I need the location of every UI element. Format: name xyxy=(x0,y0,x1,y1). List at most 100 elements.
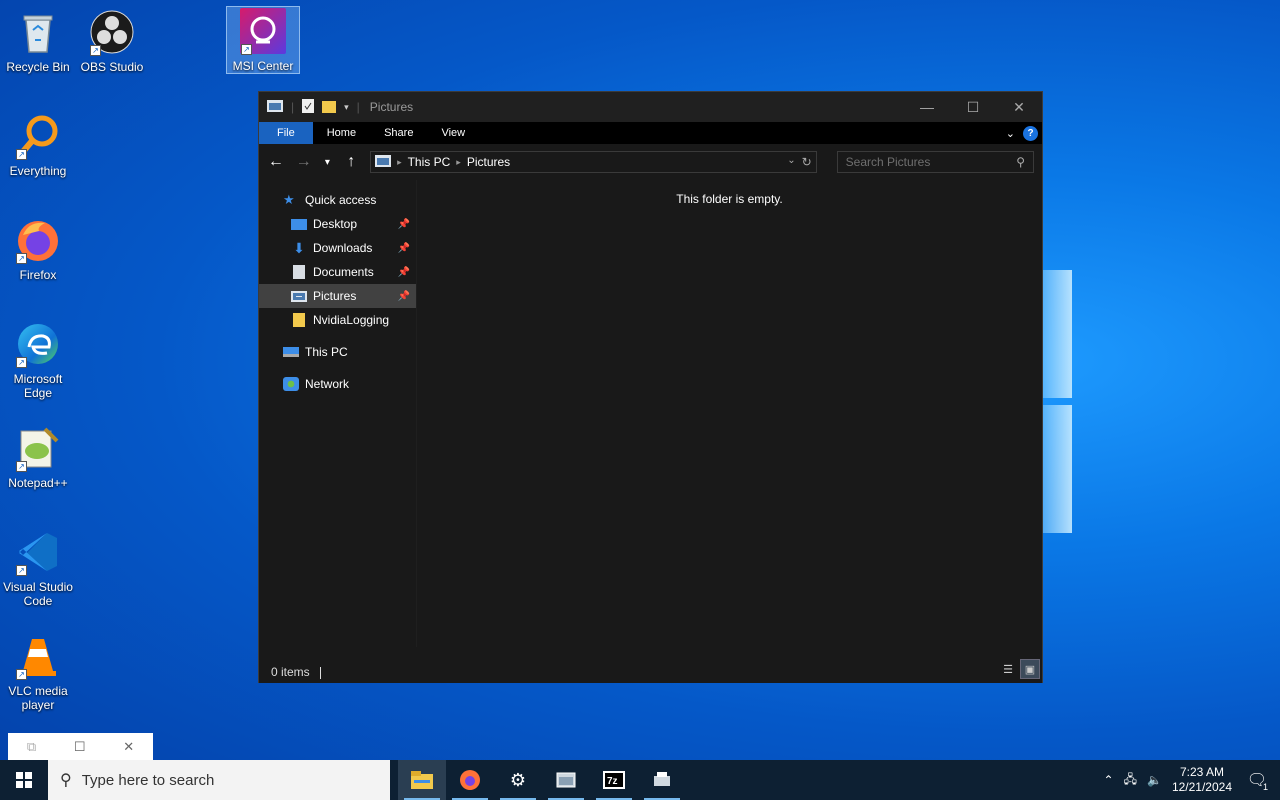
breadcrumb-pictures[interactable]: Pictures xyxy=(467,155,510,169)
tab-home[interactable]: Home xyxy=(313,122,370,144)
sidebar-item-label: Pictures xyxy=(313,289,357,303)
windows-start-icon xyxy=(16,772,32,788)
status-bar: 0 items ☰ ▣ xyxy=(259,647,1042,683)
sidebar-item-label: NvidiaLogging xyxy=(313,313,390,327)
clock-date: 12/21/2024 xyxy=(1171,780,1232,794)
sidebar-item-this-pc[interactable]: This PC xyxy=(259,340,416,364)
printer-icon xyxy=(654,772,670,786)
tab-view[interactable]: View xyxy=(427,122,479,144)
taskbar-7zip[interactable]: 7z xyxy=(590,760,638,800)
sidebar-item-desktop[interactable]: Desktop 📌 xyxy=(259,212,416,236)
edge-icon: ↗ xyxy=(14,320,62,368)
desktop-icon-firefox[interactable]: ↗ Firefox xyxy=(1,216,75,282)
computer-icon xyxy=(283,347,299,357)
close-icon[interactable]: ✕ xyxy=(123,739,134,755)
taskbar-firefox[interactable] xyxy=(446,760,494,800)
recent-locations-chevron-icon[interactable]: ▾ xyxy=(322,157,332,168)
address-bar[interactable]: ▸ This PC ▸ Pictures ⌄ ↻ xyxy=(370,151,817,173)
pin-icon[interactable]: 📌 xyxy=(398,243,410,254)
app-window-icon xyxy=(556,772,576,788)
title-bar[interactable]: | ▾ | Pictures — ☐ ✕ xyxy=(259,92,1042,122)
pin-icon[interactable]: 📌 xyxy=(398,219,410,230)
restore-down-icon[interactable]: ⧉ xyxy=(27,739,36,755)
desktop-icon-obs-studio[interactable]: ↗ OBS Studio xyxy=(75,8,149,74)
firefox-icon xyxy=(460,770,480,790)
desktop-icon-label: Everything xyxy=(9,164,67,178)
ribbon-tabs: File Home Share View ⌄ ? xyxy=(259,122,1042,144)
tab-share[interactable]: Share xyxy=(370,122,427,144)
desktop-icon-visual-studio-code[interactable]: ↗ Visual Studio Code xyxy=(1,528,75,608)
document-icon xyxy=(293,265,305,279)
network-tray-icon[interactable]: 🖧 xyxy=(1124,770,1137,791)
forward-arrow-icon[interactable]: → xyxy=(295,153,313,171)
minimized-window[interactable]: ⧉ ☐ ✕ xyxy=(8,733,153,761)
desktop-icon-vlc[interactable]: ↗ VLC media player xyxy=(1,632,75,712)
taskbar-search-box[interactable]: ⚲ xyxy=(48,760,390,800)
sidebar-item-network[interactable]: Network xyxy=(259,372,416,396)
help-icon[interactable]: ? xyxy=(1023,125,1038,141)
large-icons-view-icon[interactable]: ▣ xyxy=(1020,659,1040,679)
desktop-icon-label: OBS Studio xyxy=(80,60,144,74)
volume-icon[interactable]: 🔈 xyxy=(1147,773,1162,787)
desktop-icon-label: Visual Studio Code xyxy=(3,580,73,608)
vscode-icon: ↗ xyxy=(14,528,62,576)
up-arrow-icon[interactable]: ↑ xyxy=(342,153,360,171)
taskbar-app-window[interactable] xyxy=(542,760,590,800)
new-folder-icon[interactable] xyxy=(322,99,337,116)
search-input[interactable] xyxy=(845,155,1006,169)
file-explorer-window[interactable]: | ▾ | Pictures — ☐ ✕ File Home Share Vie… xyxy=(258,91,1043,683)
maximize-button[interactable]: ☐ xyxy=(950,92,996,122)
chevron-down-icon[interactable]: ▾ xyxy=(344,102,349,113)
sidebar-item-documents[interactable]: Documents 📌 xyxy=(259,260,416,284)
sidebar-item-label: Downloads xyxy=(313,241,373,255)
tab-file[interactable]: File xyxy=(259,122,313,144)
desktop-icon-microsoft-edge[interactable]: ↗ Microsoft Edge xyxy=(1,320,75,400)
pin-icon[interactable]: 📌 xyxy=(398,267,410,278)
sidebar-item-label: Network xyxy=(305,377,350,391)
search-icon: ⚲ xyxy=(60,772,72,789)
maximize-icon[interactable]: ☐ xyxy=(74,739,86,755)
show-hidden-icons-chevron-icon[interactable]: ⌃ xyxy=(1104,773,1114,787)
sidebar-item-pictures[interactable]: Pictures 📌 xyxy=(259,284,416,308)
details-view-icon[interactable]: ☰ xyxy=(998,659,1018,679)
properties-icon[interactable] xyxy=(302,98,315,116)
file-list-area[interactable]: This folder is empty. xyxy=(416,180,1042,647)
sidebar-item-downloads[interactable]: ⬇ Downloads 📌 xyxy=(259,236,416,260)
desktop-icon-everything[interactable]: ↗ Everything xyxy=(1,112,75,178)
sidebar-item-label: Desktop xyxy=(313,217,358,231)
desktop-icon-label: MSI Center xyxy=(232,59,294,73)
start-button[interactable] xyxy=(0,760,48,800)
obs-studio-icon: ↗ xyxy=(88,8,136,56)
search-box[interactable]: ⚲ xyxy=(836,151,1034,173)
pin-icon[interactable]: 📌 xyxy=(398,291,410,302)
desktop-icon-recycle-bin[interactable]: Recycle Bin xyxy=(1,8,75,74)
sidebar-item-nvidialogging[interactable]: NvidiaLogging xyxy=(259,308,416,332)
refresh-icon[interactable]: ↻ xyxy=(802,155,812,169)
sidebar-item-quick-access[interactable]: ★ Quick access xyxy=(259,188,416,212)
desktop-icon-label: Notepad++ xyxy=(8,476,68,490)
sidebar-item-label: Documents xyxy=(313,265,374,279)
desktop-icon-msi-center[interactable]: ↗ MSI Center xyxy=(226,6,300,74)
breadcrumb-this-pc[interactable]: This PC xyxy=(408,155,451,169)
item-count: 0 items xyxy=(271,665,310,679)
sidebar-item-label: This PC xyxy=(305,345,348,359)
desktop-folder-icon xyxy=(291,218,307,230)
network-icon xyxy=(283,377,299,391)
navigation-pane: ★ Quick access Desktop 📌 ⬇ Downloads 📌 D… xyxy=(259,180,416,647)
desktop-icon-notepad-plus-plus[interactable]: ↗ Notepad++ xyxy=(1,424,75,490)
desktop-icon-label: VLC media player xyxy=(8,684,68,712)
back-arrow-icon[interactable]: ← xyxy=(267,153,285,171)
taskbar-search-input[interactable] xyxy=(81,771,372,789)
expand-ribbon-icon[interactable]: ⌄ xyxy=(1006,127,1015,140)
notification-center-button[interactable]: 🗨 1 xyxy=(1242,770,1272,792)
minimize-button[interactable]: — xyxy=(904,92,950,122)
taskbar-file-explorer[interactable] xyxy=(398,760,446,800)
clock[interactable]: 7:23 AM 12/21/2024 xyxy=(1172,765,1232,795)
address-dropdown-icon[interactable]: ⌄ xyxy=(787,155,795,169)
close-button[interactable]: ✕ xyxy=(996,92,1042,122)
taskbar-app-generic[interactable] xyxy=(638,760,686,800)
desktop-icon-label: Recycle Bin xyxy=(6,60,70,74)
taskbar-settings[interactable]: ⚙ xyxy=(494,760,542,800)
search-icon[interactable]: ⚲ xyxy=(1016,155,1025,169)
system-tray: ⌃ 🖧 🔈 7:23 AM 12/21/2024 🗨 1 xyxy=(1104,765,1280,795)
